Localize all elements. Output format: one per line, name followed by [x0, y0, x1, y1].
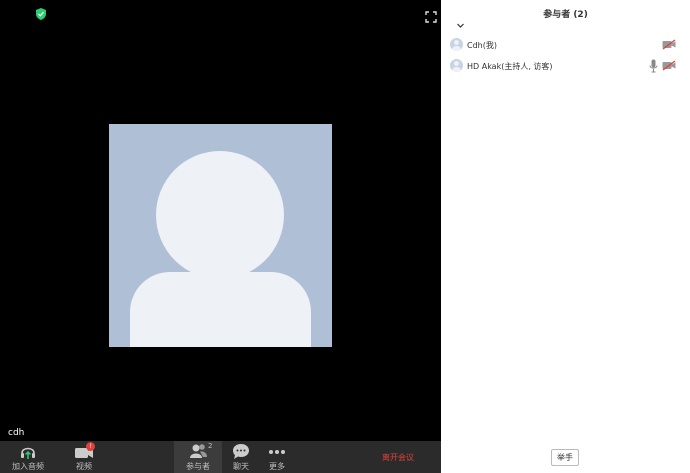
chat-button[interactable]: 聊天	[226, 441, 256, 473]
avatar	[450, 59, 463, 72]
more-button[interactable]: 更多	[262, 441, 292, 473]
raise-hand-button[interactable]: 举手	[551, 449, 579, 466]
video-off-icon	[662, 39, 676, 50]
participant-row[interactable]: HD Akak(主持人, 访客)	[441, 56, 690, 76]
video-button[interactable]: ! 视频	[64, 441, 104, 473]
chevron-down-icon[interactable]	[456, 21, 465, 30]
participant-name: HD Akak(主持人, 访客)	[467, 62, 553, 71]
participants-label: 参与者	[186, 462, 210, 471]
participants-button[interactable]: 2 参与者	[174, 441, 222, 473]
chat-label: 聊天	[233, 462, 249, 471]
video-off-icon	[662, 60, 676, 71]
fullscreen-icon[interactable]	[425, 11, 437, 23]
participants-icon	[190, 444, 207, 458]
avatar	[450, 38, 463, 51]
video-label: 视频	[76, 462, 92, 471]
more-label: 更多	[269, 462, 285, 471]
participant-name: Cdh(我)	[467, 41, 497, 50]
headphones-icon	[21, 447, 35, 459]
security-shield-icon[interactable]	[35, 8, 47, 20]
more-dots-icon	[269, 450, 285, 454]
chat-bubble-icon	[233, 444, 249, 459]
meeting-toolbar: 加入音频 ! 视频 2 参与者 聊天 更多 离开会议	[0, 441, 441, 473]
participant-row[interactable]: Cdh(我)	[441, 35, 690, 55]
panel-title: 参与者 (2)	[543, 10, 588, 20]
participants-count: 2	[208, 442, 213, 450]
microphone-icon	[649, 59, 658, 73]
leave-meeting-button[interactable]: 离开会议	[374, 441, 422, 473]
avatar-head	[156, 151, 284, 279]
avatar-body	[130, 272, 311, 347]
video-alert-badge: !	[86, 442, 95, 451]
join-audio-button[interactable]: 加入音频	[8, 441, 48, 473]
join-audio-label: 加入音频	[12, 462, 44, 471]
participants-panel: 参与者 (2) Cdh(我) HD Akak(主持人, 访客) 举手	[441, 0, 690, 473]
participant-name-label: cdh	[8, 428, 25, 438]
video-area: cdh	[0, 0, 441, 441]
participant-video-avatar	[109, 124, 332, 347]
